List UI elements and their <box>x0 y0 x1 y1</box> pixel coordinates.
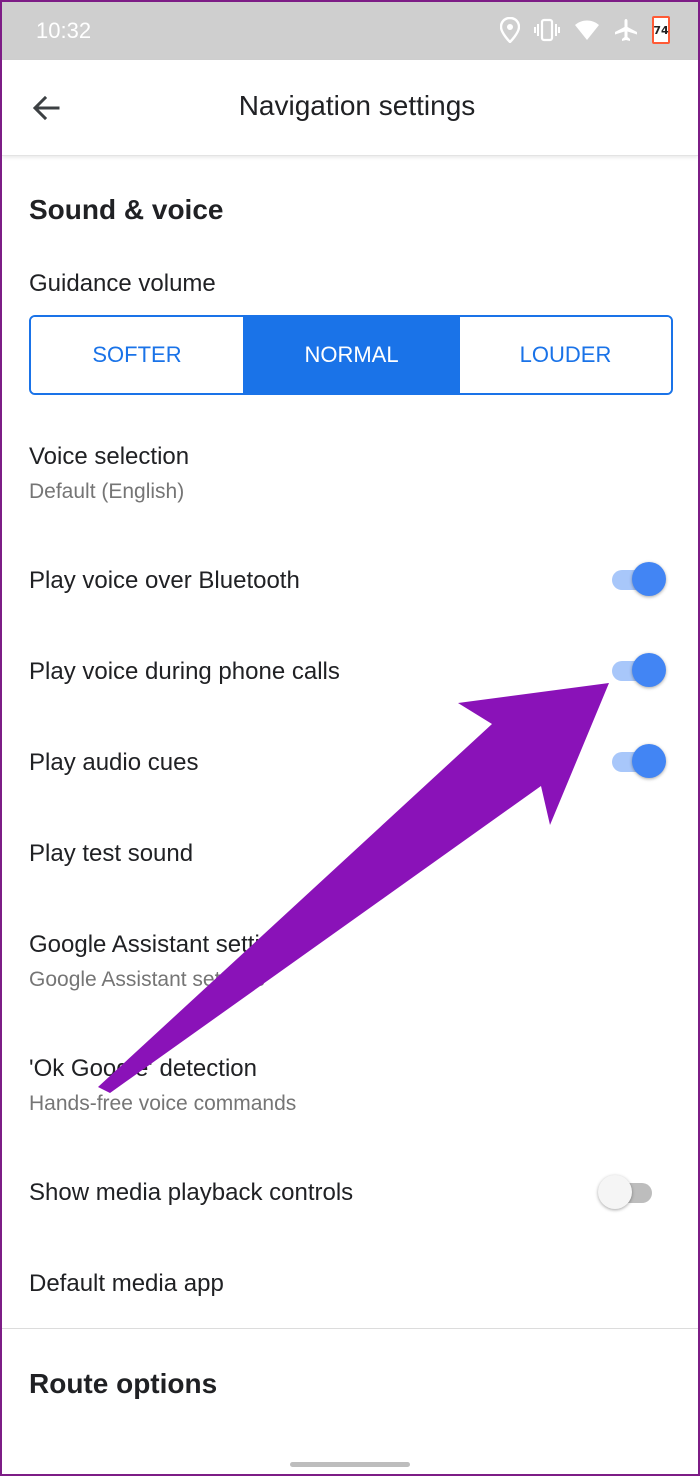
airplane-icon <box>614 18 638 42</box>
media-controls-label: Show media playback controls <box>29 1179 354 1206</box>
gesture-nav-handle[interactable] <box>290 1462 410 1467</box>
app-bar: Navigation settings <box>2 60 698 156</box>
phone-screen: 10:32 74 Navigation settings Sound & voi… <box>2 2 698 1474</box>
audio-cues-label: Play audio cues <box>29 749 199 776</box>
page-title: Navigation settings <box>238 90 476 121</box>
ok-google-label: 'Ok Google' detection <box>29 1055 257 1082</box>
bluetooth-label: Play voice over Bluetooth <box>29 567 300 594</box>
ok-google-sublabel: Hands-free voice commands <box>29 1092 297 1115</box>
normal-button[interactable]: NORMAL <box>243 317 459 393</box>
bluetooth-toggle[interactable] <box>606 559 666 599</box>
phone-calls-toggle[interactable] <box>606 650 666 690</box>
toggle-thumb <box>632 744 666 778</box>
section-title-sound-voice: Sound & voice <box>29 194 224 225</box>
assistant-settings-label: Google Assistant settings <box>29 931 299 958</box>
media-controls-toggle[interactable] <box>598 1172 658 1212</box>
status-icons: 74 <box>500 16 670 44</box>
location-icon <box>500 17 520 43</box>
play-test-sound-item[interactable]: Play test sound <box>29 840 193 868</box>
voice-selection-label: Voice selection <box>29 443 190 470</box>
guidance-volume-label: Guidance volume <box>29 270 216 297</box>
toggle-thumb <box>632 653 666 687</box>
louder-button[interactable]: LOUDER <box>459 317 671 393</box>
section-title-route-options: Route options <box>29 1368 218 1399</box>
audio-cues-toggle[interactable] <box>606 741 666 781</box>
wifi-icon <box>574 19 600 41</box>
status-bar: 10:32 74 <box>2 2 698 60</box>
battery-icon: 74 <box>652 16 670 44</box>
status-time: 10:32 <box>36 18 92 43</box>
phone-calls-label: Play voice during phone calls <box>29 658 340 685</box>
default-media-app-item[interactable]: Default media app <box>29 1270 224 1298</box>
voice-selection-value: Default (English) <box>29 480 185 503</box>
toggle-thumb <box>632 562 666 596</box>
assistant-settings-sublabel: Google Assistant settings <box>29 968 265 991</box>
section-divider <box>2 1328 698 1329</box>
toggle-thumb <box>598 1175 632 1209</box>
guidance-volume-selector: SOFTER NORMAL LOUDER <box>29 315 673 395</box>
softer-button[interactable]: SOFTER <box>31 317 243 393</box>
vibrate-icon <box>534 18 560 42</box>
